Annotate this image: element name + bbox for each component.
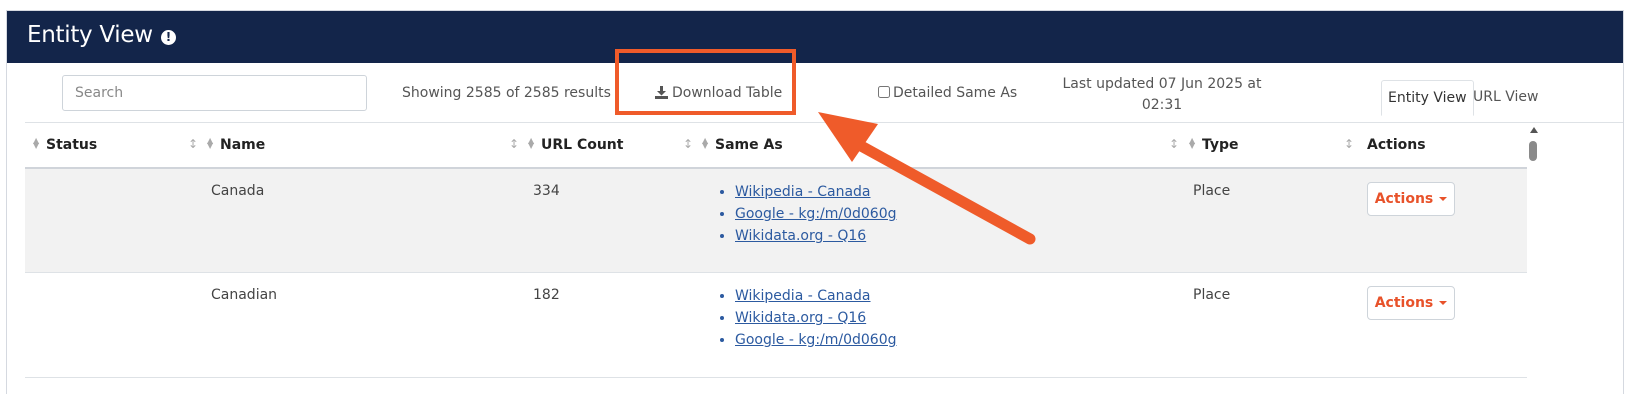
column-header-actions: Actions [1367,137,1426,153]
column-resize-icon[interactable]: ↕ [188,137,198,151]
sort-icon: ▲ ▼ [207,136,214,150]
column-resize-icon[interactable]: ↕ [1169,137,1179,151]
same-as-link[interactable]: Google - kg:/m/0d060g [735,206,897,222]
table-header: ▲ ▼ Status ↕ ▲ ▼ Name ↕ ▲ ▼ URL Count ↕ ▲ ▼ Same… [25,123,1527,169]
row-url-count: 334 [533,183,560,199]
column-header-type[interactable]: ▲ ▼ Type [1189,136,1239,154]
last-updated: Last updated 07 Jun 2025 at 02:31 [1062,74,1262,116]
same-as-link[interactable]: Wikipedia - Canada [735,184,871,200]
column-header-status[interactable]: ▲ ▼ Status [33,136,97,154]
search-input[interactable] [62,75,367,111]
same-as-list: Wikipedia - Canada Google - kg:/m/0d060g… [717,181,897,247]
table-row: Canada 334 Wikipedia - Canada Google - k… [25,169,1527,273]
actions-dropdown-button[interactable]: Actions [1367,286,1455,320]
sort-icon: ▲ ▼ [702,136,709,150]
caret-down-icon [1439,197,1448,201]
column-header-same-as[interactable]: ▲ ▼ Same As [702,136,783,154]
column-resize-icon[interactable]: ↕ [509,137,519,151]
row-name: Canada [211,183,265,199]
detailed-same-as-checkbox[interactable] [878,86,890,98]
column-header-name[interactable]: ▲ ▼ Name [207,136,265,154]
column-resize-icon[interactable]: ↕ [1344,137,1354,151]
annotation-highlight-box [615,49,796,115]
row-url-count: 182 [533,287,560,303]
detailed-same-as-label: Detailed Same As [893,85,1018,101]
scroll-up-icon[interactable] [1530,127,1538,133]
actions-dropdown-button[interactable]: Actions [1367,182,1455,216]
same-as-link[interactable]: Wikidata.org - Q16 [735,228,866,244]
last-updated-line2: 02:31 [1141,97,1183,113]
column-resize-icon[interactable]: ↕ [683,137,693,151]
last-updated-line1: Last updated 07 Jun 2025 at [1062,76,1262,92]
same-as-list: Wikipedia - Canada Wikidata.org - Q16 Go… [717,285,897,351]
row-type: Place [1193,183,1231,199]
same-as-link[interactable]: Wikidata.org - Q16 [735,310,866,326]
table-row: Canadian 182 Wikipedia - Canada Wikidata… [25,273,1527,378]
row-type: Place [1193,287,1231,303]
tab-url-view[interactable]: URL View [1467,80,1544,116]
sort-icon: ▲ ▼ [1189,136,1196,150]
detailed-same-as-toggle[interactable]: Detailed Same As [878,85,1017,101]
results-count: Showing 2585 of 2585 results [402,85,611,101]
exclamation-circle-icon[interactable]: ! [161,30,176,45]
page-title: Entity View [27,22,153,48]
column-header-url-count[interactable]: ▲ ▼ URL Count [528,136,623,154]
vertical-scrollbar[interactable] [1527,125,1539,394]
scroll-thumb[interactable] [1529,141,1537,161]
same-as-link[interactable]: Wikipedia - Canada [735,288,871,304]
entity-view-panel: Entity View ! Showing 2585 of 2585 resul… [6,10,1624,394]
same-as-link[interactable]: Google - kg:/m/0d060g [735,332,897,348]
row-name: Canadian [211,287,278,303]
caret-down-icon [1439,301,1448,305]
panel-header: Entity View ! [7,11,1623,63]
sort-icon: ▲ ▼ [528,136,535,150]
sort-icon: ▲ ▼ [33,136,40,150]
tab-entity-view[interactable]: Entity View [1381,80,1474,116]
